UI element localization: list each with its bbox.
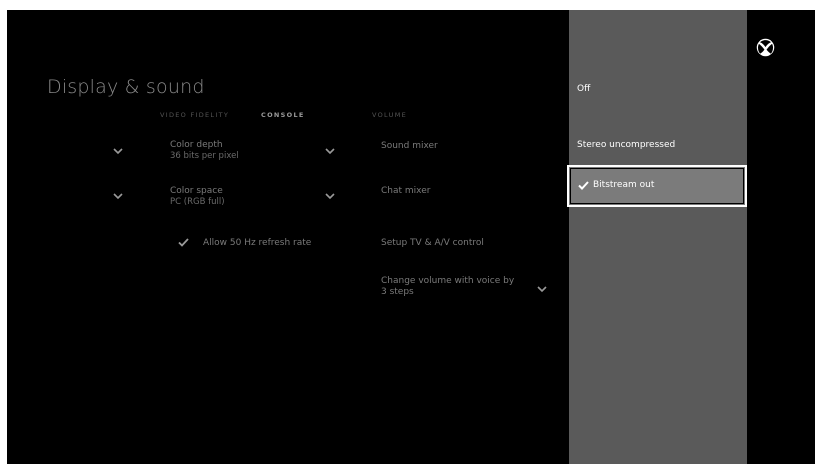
color-depth-setting[interactable]: Color depth 36 bits per pixel (170, 140, 239, 162)
chat-mixer-setting[interactable]: Chat mixer (381, 186, 430, 197)
color-depth-label: Color depth (170, 140, 223, 150)
checkmark-icon[interactable] (178, 238, 189, 247)
option-bitstream-out-label: Bitstream out (593, 180, 655, 190)
chevron-down-icon[interactable] (325, 148, 335, 155)
voice-volume-label: Change volume with voice by (381, 276, 515, 286)
option-off[interactable]: Off (577, 84, 590, 94)
tab-video-fidelity[interactable]: VIDEO FIDELITY (160, 111, 229, 119)
color-depth-value: 36 bits per pixel (170, 151, 239, 161)
settings-screen: Display & sound VIDEO FIDELITY CONSOLE V… (7, 10, 815, 464)
voice-volume-setting[interactable]: Change volume with voice by 3 steps (381, 276, 514, 298)
sound-mixer-setting[interactable]: Sound mixer (381, 141, 438, 152)
option-stereo-uncompressed[interactable]: Stereo uncompressed (577, 140, 675, 150)
chevron-down-icon[interactable] (325, 193, 335, 200)
audio-options-panel: Off Stereo uncompressed Bitstream out (567, 10, 747, 464)
color-space-value: PC (RGB full) (170, 197, 225, 207)
xbox-logo-icon (756, 38, 775, 57)
setup-tv-av-control[interactable]: Setup TV & A/V control (381, 238, 484, 249)
voice-volume-value: 3 steps (381, 287, 414, 297)
chevron-down-icon[interactable] (537, 286, 547, 293)
color-space-label: Color space (170, 186, 223, 196)
tab-console[interactable]: CONSOLE (261, 111, 305, 119)
tab-volume[interactable]: VOLUME (372, 111, 407, 119)
page-title: Display & sound (47, 76, 205, 98)
chevron-down-icon[interactable] (113, 193, 123, 200)
checkmark-icon (578, 181, 589, 190)
option-bitstream-out[interactable]: Bitstream out (567, 165, 747, 207)
allow-50hz-checkbox-label[interactable]: Allow 50 Hz refresh rate (203, 238, 311, 249)
color-space-setting[interactable]: Color space PC (RGB full) (170, 186, 225, 208)
chevron-down-icon[interactable] (113, 148, 123, 155)
